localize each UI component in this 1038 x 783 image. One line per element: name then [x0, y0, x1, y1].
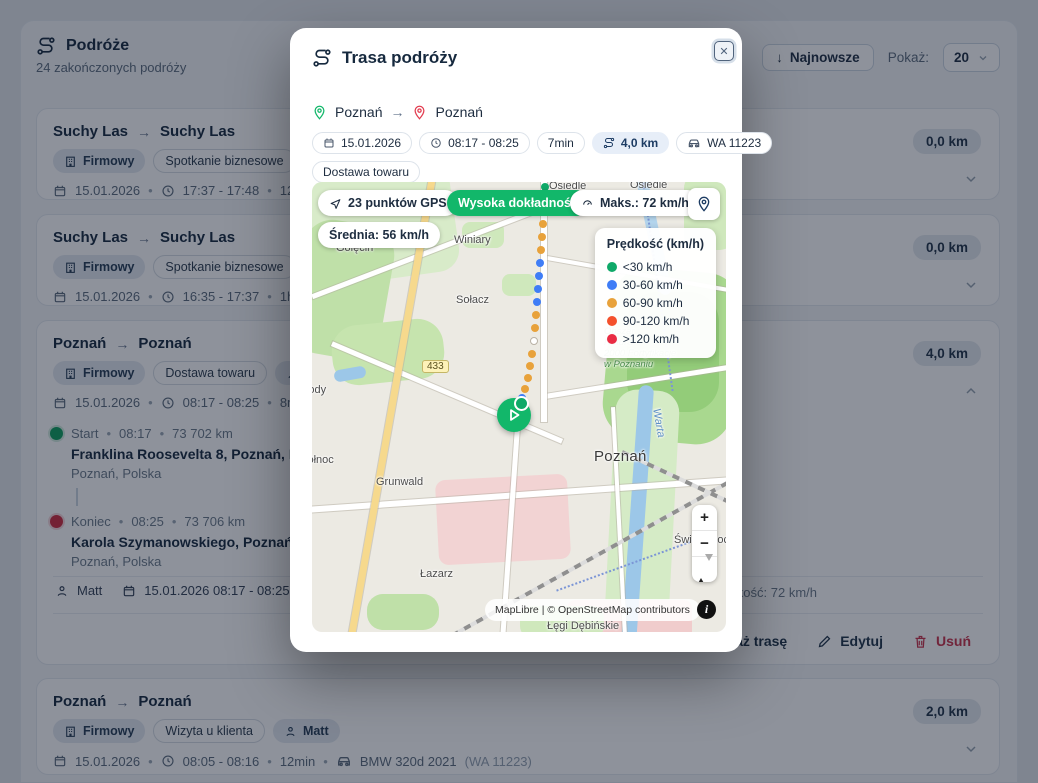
gps-point	[537, 246, 545, 254]
route-modal: Trasa podróży ✕ Poznań → Poznań 15.01.20…	[290, 28, 742, 652]
zoom-in-button[interactable]: +	[692, 505, 717, 531]
modal-title: Trasa podróży	[342, 48, 457, 68]
accuracy-pill: Wysoka dokładność	[447, 190, 589, 216]
map-label: Sołacz	[456, 294, 489, 306]
origin-city: Poznań	[335, 104, 382, 120]
origin-pin-icon	[312, 105, 327, 120]
legend-color-dot	[607, 298, 617, 308]
gps-point	[528, 350, 536, 358]
map-zone	[435, 474, 571, 566]
map-road	[541, 182, 547, 422]
accuracy-label: Wysoka dokładność	[458, 196, 578, 210]
gps-points-pill: 23 punktów GPS	[318, 190, 458, 216]
map-park	[367, 594, 439, 630]
gps-point	[539, 220, 547, 228]
legend-label: 30-60 km/h	[623, 278, 683, 292]
max-speed-label: Maks.: 72 km/h	[600, 196, 689, 210]
map-label: Łazarz	[420, 568, 453, 580]
close-icon: ✕	[719, 45, 728, 58]
gauge-icon	[581, 197, 594, 210]
info-icon[interactable]: i	[697, 600, 716, 619]
clock-icon	[430, 137, 442, 149]
route-map[interactable]: Osiedle Osiedle Winiary Golęcin Sołacz 4…	[312, 182, 726, 632]
gps-point	[524, 374, 532, 382]
legend-label: <30 km/h	[623, 260, 673, 274]
destination-city: Poznań	[435, 104, 482, 120]
legend-item: <30 km/h	[607, 258, 704, 276]
modal-header: Trasa podróży	[312, 48, 457, 68]
purpose-chip: Dostawa towaru	[312, 161, 420, 183]
car-icon	[687, 136, 701, 150]
close-button[interactable]: ✕	[714, 41, 734, 61]
legend-label: 60-90 km/h	[623, 296, 683, 310]
map-attribution[interactable]: MapLibre | © OpenStreetMap contributors	[485, 599, 700, 621]
map-road-shield: 433	[422, 360, 449, 373]
compass-button[interactable]	[692, 557, 717, 582]
modal-chips-row2: Dostawa towaru	[312, 161, 420, 183]
legend-item: 30-60 km/h	[607, 276, 704, 294]
map-label: Poznań	[594, 448, 647, 465]
navigation-icon	[329, 197, 342, 210]
gps-point	[531, 324, 539, 332]
gps-points-label: 23 punktów GPS	[348, 196, 447, 210]
arrow-right-icon: →	[390, 104, 404, 120]
map-label: Łęgi Dębińskie	[547, 620, 619, 632]
plate-chip: WA 11223	[676, 132, 772, 154]
gps-point	[532, 311, 540, 319]
legend-item: 60-90 km/h	[607, 294, 704, 312]
route-icon	[603, 137, 615, 149]
date-chip: 15.01.2026	[312, 132, 412, 154]
map-zoom-controls: + −	[692, 505, 717, 582]
map-label: Ogrody	[312, 384, 326, 396]
legend-color-dot	[607, 334, 617, 344]
modal-route: Poznań → Poznań	[312, 104, 483, 120]
info-glyph: i	[705, 602, 708, 617]
app-screen: Podróże 24 zakończonych podróży ↓ Najnow…	[0, 0, 1038, 783]
gps-point	[530, 337, 538, 345]
pin-icon	[696, 196, 712, 212]
gps-point	[533, 298, 541, 306]
speed-legend: Prędkość (km/h) <30 km/h 30-60 km/h 60-90 …	[595, 228, 716, 358]
gps-point	[535, 272, 543, 280]
center-map-button[interactable]	[688, 188, 720, 220]
legend-color-dot	[607, 316, 617, 326]
nature-line: w Poznaniu	[604, 359, 676, 370]
legend-color-dot	[607, 280, 617, 290]
legend-label: >120 km/h	[623, 332, 679, 346]
map-park	[502, 274, 536, 296]
legend-color-dot	[607, 262, 617, 272]
avg-speed-label: Średnia: 56 km/h	[329, 228, 429, 242]
legend-label: 90-120 km/h	[623, 314, 690, 328]
duration-chip: 7min	[537, 132, 585, 154]
map-label: Winiary	[454, 234, 491, 246]
legend-item: >120 km/h	[607, 330, 704, 348]
gps-point	[521, 385, 529, 393]
gps-point	[536, 259, 544, 267]
gps-point	[526, 362, 534, 370]
route-icon	[312, 48, 332, 68]
map-label: Grunwald	[376, 476, 423, 488]
compass-icon	[697, 561, 713, 578]
calendar-icon	[323, 137, 335, 149]
destination-pin-icon	[412, 105, 427, 120]
gps-point	[534, 285, 542, 293]
max-speed-pill: Maks.: 72 km/h	[570, 190, 700, 216]
distance-chip: 4,0 km	[592, 132, 669, 154]
route-end-dot	[514, 396, 529, 411]
legend-title: Prędkość (km/h)	[607, 237, 704, 251]
avg-speed-pill: Średnia: 56 km/h	[318, 222, 440, 248]
legend-items: <30 km/h 30-60 km/h 60-90 km/h 90-120 km/h >…	[607, 258, 704, 348]
modal-chips: 15.01.2026 08:17 - 08:25 7min 4,0 km WA …	[312, 132, 726, 154]
legend-item: 90-120 km/h	[607, 312, 704, 330]
map-label: Grunwald Północ	[312, 454, 334, 466]
gps-point	[538, 233, 546, 241]
time-chip: 08:17 - 08:25	[419, 132, 530, 154]
